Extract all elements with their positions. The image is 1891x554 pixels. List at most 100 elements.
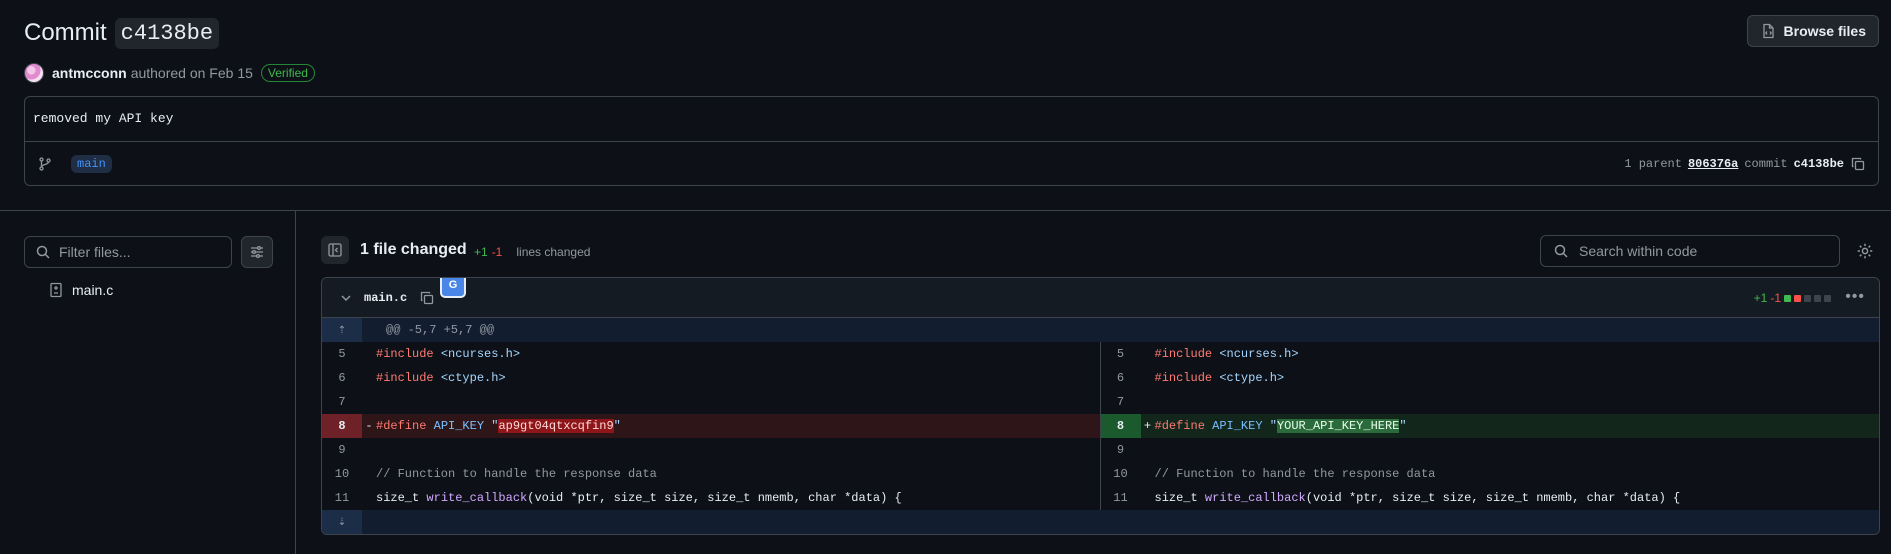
- line-number[interactable]: 11: [322, 486, 362, 510]
- diff-old-side: 5 #include <ncurses.h> 6 #include <ctype.h…: [322, 342, 1101, 510]
- diff-line: 11 size_t write_callback(void *ptr, size_…: [322, 486, 1100, 510]
- search-code-placeholder: Search within code: [1579, 243, 1698, 259]
- file-code-icon: [1762, 23, 1774, 39]
- removed-value: ap9gt04qtxcqfin9: [498, 419, 614, 433]
- file-diff-stat: +1 -1: [1754, 291, 1831, 305]
- line-number[interactable]: 5: [1101, 342, 1141, 366]
- commit-sha-title: c4138be: [114, 17, 220, 49]
- line-number[interactable]: 6: [322, 366, 362, 390]
- additions-count: +1: [474, 245, 488, 259]
- parent-info: 1 parent 806376a commit c4138be: [1624, 156, 1866, 172]
- browse-files-button[interactable]: Browse files: [1746, 15, 1879, 47]
- file-header: main.c G +1 -1 •••: [322, 278, 1879, 318]
- file-name[interactable]: main.c: [364, 291, 407, 305]
- file-tree-item[interactable]: main.c: [48, 282, 113, 298]
- author-link[interactable]: antmcconn: [52, 65, 127, 81]
- line-number[interactable]: 10: [322, 462, 362, 486]
- kebab-menu-icon[interactable]: •••: [1845, 288, 1865, 306]
- parent-sha-link[interactable]: 806376a: [1688, 157, 1738, 171]
- code-token: #define: [376, 419, 427, 433]
- line-number[interactable]: 8: [1100, 414, 1141, 438]
- section-divider: [0, 210, 1891, 211]
- diff-line: 7: [1101, 390, 1880, 414]
- line-number[interactable]: 8: [322, 414, 362, 438]
- filter-placeholder: Filter files...: [59, 244, 131, 260]
- file-tree-label: main.c: [72, 282, 114, 298]
- author-row: antmcconn authored on Feb 15 Verified: [24, 62, 1879, 84]
- diff-line: 5 #include <ncurses.h>: [1101, 342, 1880, 366]
- commit-meta: main 1 parent 806376a commit c4138be: [25, 142, 1878, 186]
- diff-line: 11 size_t write_callback(void *ptr, size_…: [1101, 486, 1880, 510]
- stat-square-neutral: [1804, 294, 1811, 302]
- file-diff-icon: [50, 282, 62, 298]
- diff-sign: -: [365, 419, 373, 433]
- code-token: #include: [376, 347, 434, 361]
- code-token: <ctype.h>: [440, 371, 506, 385]
- expand-up-icon[interactable]: ⇡: [322, 318, 362, 342]
- code-token: size_t: [1154, 491, 1198, 505]
- line-number[interactable]: 11: [1101, 486, 1141, 510]
- branch-badge[interactable]: main: [71, 155, 112, 173]
- code-token: (void *ptr, size_t size, size_t nmemb, c…: [1305, 491, 1681, 505]
- line-number[interactable]: 6: [1101, 366, 1141, 390]
- commit-message: removed my API key: [25, 97, 1878, 142]
- commit-header: Commit c4138be Browse files antmcconn au…: [24, 14, 1879, 84]
- commit-sha: c4138be: [1793, 157, 1844, 171]
- stat-square-neutral: [1814, 294, 1821, 302]
- code-token: <ncurses.h>: [1219, 347, 1299, 361]
- stat-square-add: [1784, 294, 1791, 302]
- translate-extension-icon[interactable]: G: [440, 278, 466, 298]
- sliders-icon: [251, 245, 263, 259]
- commit-message-box: removed my API key main 1 parent 806376a…: [24, 96, 1879, 186]
- avatar[interactable]: [24, 63, 44, 83]
- lines-changed-stat: +1 -1 lines changed: [474, 245, 590, 259]
- files-changed-count: 1 file changed: [360, 241, 467, 258]
- code-token: API_KEY: [433, 419, 485, 433]
- diff-line: 6 #include <ctype.h>: [322, 366, 1100, 390]
- diff-line: 10 // Function to handle the response dat…: [322, 462, 1100, 486]
- code-token: write_callback: [426, 491, 528, 505]
- sidebar-collapse-icon: [328, 243, 342, 257]
- diff-line-deleted: 8- #define API_KEY "ap9gt04qtxcqfin9": [322, 414, 1100, 438]
- commit-label: commit: [1744, 157, 1788, 171]
- diff-line: 5 #include <ncurses.h>: [322, 342, 1100, 366]
- diff-line: 7: [322, 390, 1100, 414]
- code-token: <ncurses.h>: [440, 347, 521, 361]
- code-comment: // Function to handle the response data: [376, 467, 657, 481]
- filter-options-button[interactable]: [241, 236, 273, 268]
- copy-icon[interactable]: [419, 290, 435, 306]
- stat-square-del: [1794, 294, 1801, 302]
- deletions-count: -1: [491, 245, 503, 259]
- expand-down-icon[interactable]: ⇣: [322, 510, 362, 534]
- diff-new-side: 5 #include <ncurses.h> 6 #include <ctype.h…: [1100, 342, 1880, 510]
- added-value: YOUR_API_KEY_HERE: [1276, 419, 1400, 433]
- file-additions: +1: [1753, 291, 1768, 305]
- code-token: #define: [1154, 419, 1205, 433]
- chevron-down-icon[interactable]: [338, 290, 354, 306]
- code-comment: // Function to handle the response data: [1154, 467, 1436, 481]
- line-number[interactable]: 10: [1101, 462, 1141, 486]
- expand-down-row: ⇣: [322, 510, 1879, 534]
- line-number[interactable]: 9: [1101, 438, 1141, 462]
- line-number[interactable]: 5: [322, 342, 362, 366]
- filter-files-input[interactable]: Filter files...: [24, 236, 232, 268]
- line-number[interactable]: 9: [322, 438, 362, 462]
- toggle-sidebar-button[interactable]: [321, 236, 349, 264]
- authored-date: authored on Feb 15: [130, 65, 253, 81]
- line-number[interactable]: 7: [1101, 390, 1141, 414]
- split-diff: 5 #include <ncurses.h> 6 #include <ctype.h…: [322, 342, 1879, 510]
- copy-icon[interactable]: [1850, 156, 1866, 172]
- verified-badge[interactable]: Verified: [260, 64, 315, 82]
- search-code-input[interactable]: Search within code: [1540, 235, 1840, 267]
- diff-line: 9: [1101, 438, 1880, 462]
- sidebar-divider: [295, 210, 296, 554]
- line-number[interactable]: 7: [322, 390, 362, 414]
- code-token: <ctype.h>: [1219, 371, 1285, 385]
- hunk-range: @@ -5,7 +5,7 @@: [386, 323, 495, 337]
- gear-icon[interactable]: [1856, 242, 1874, 260]
- code-token: #include: [376, 371, 434, 385]
- diff-file: main.c G +1 -1 ••• ⇡ @@ -5,7 +5,7 @@ 5 #i…: [321, 277, 1880, 535]
- browse-files-label: Browse files: [1783, 23, 1866, 39]
- diff-line: 9: [322, 438, 1100, 462]
- code-token: API_KEY: [1212, 419, 1263, 433]
